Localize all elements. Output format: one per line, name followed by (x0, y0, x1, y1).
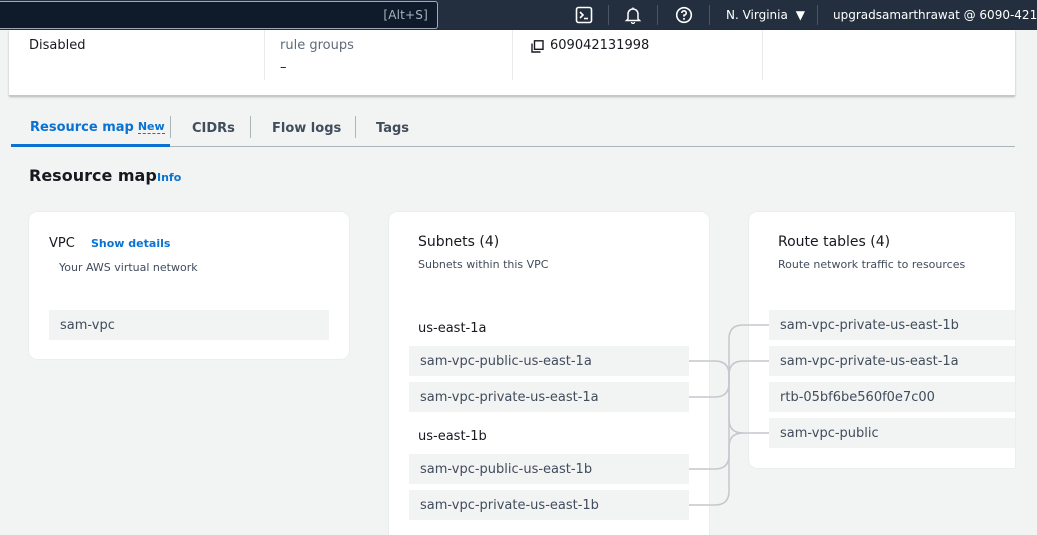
subnets-card-subtitle: Subnets within this VPC (418, 258, 549, 271)
show-details-link[interactable]: Show details (91, 237, 170, 250)
new-badge: New (137, 120, 165, 134)
route-tables-card-subtitle: Route network traffic to resources (778, 258, 966, 271)
top-navigation: [Alt+S] N. Virginia ▼ upgradsamarthrawat… (0, 0, 1037, 30)
owner-id-value: 609042131998 (550, 38, 650, 53)
nav-divider (657, 5, 658, 25)
copy-icon[interactable] (531, 38, 544, 57)
subnet-item[interactable]: sam-vpc-private-us-east-1b (409, 490, 689, 520)
tab-flow-logs[interactable]: Flow logs (272, 110, 341, 147)
rule-groups-label: rule groups (280, 38, 354, 53)
route-table-item[interactable]: sam-vpc-public (769, 418, 1015, 448)
details-column: Disabled (9, 30, 264, 80)
vpc-card-subtitle: Your AWS virtual network (59, 261, 198, 274)
account-menu[interactable]: upgradsamarthrawat @ 6090-4213-1 (833, 8, 1037, 22)
tab-divider (170, 116, 171, 138)
help-icon[interactable] (674, 5, 694, 25)
details-column (762, 30, 1015, 80)
bell-icon[interactable] (623, 5, 643, 25)
caret-down-icon: ▼ (795, 8, 805, 22)
tab-divider (250, 116, 251, 138)
details-column: 609042131998 (512, 30, 762, 80)
vpc-card: VPC Show details Your AWS virtual networ… (29, 212, 349, 359)
vpc-item[interactable]: sam-vpc (49, 310, 329, 340)
cloudshell-icon[interactable] (574, 5, 594, 25)
tab-label: Resource map (30, 119, 134, 135)
rule-groups-value: – (280, 60, 287, 75)
tab-resource-map[interactable]: Resource map New (11, 110, 170, 147)
vpc-details-card: Disabled rule groups – 609042131998 (9, 30, 1015, 96)
resource-map-title: Resource map (29, 166, 157, 185)
tab-tags[interactable]: Tags (376, 110, 409, 147)
subnet-item[interactable]: sam-vpc-public-us-east-1b (409, 454, 689, 484)
subnet-group-label: us-east-1a (418, 321, 487, 336)
tab-cidrs[interactable]: CIDRs (192, 110, 235, 147)
nav-divider (608, 5, 609, 25)
nav-divider (709, 5, 710, 25)
search-shortcut-hint: [Alt+S] (383, 8, 428, 22)
region-label: N. Virginia (726, 8, 788, 22)
vpc-tabs: Resource map New CIDRs Flow logs Tags (11, 110, 1015, 147)
subnets-card: Subnets (4) Subnets within this VPC us-e… (389, 212, 709, 535)
subnet-item[interactable]: sam-vpc-public-us-east-1a (409, 346, 689, 376)
route-tables-card-title: Route tables (4) (778, 234, 891, 250)
region-selector[interactable]: N. Virginia ▼ (726, 8, 805, 22)
route-table-item[interactable]: sam-vpc-private-us-east-1b (769, 310, 1015, 340)
subnet-group-label: us-east-1b (418, 429, 487, 444)
route-tables-card: Route tables (4) Route network traffic t… (749, 212, 1015, 468)
details-column: rule groups – (264, 30, 513, 80)
subnet-item[interactable]: sam-vpc-private-us-east-1a (409, 382, 689, 412)
tab-divider (355, 116, 356, 138)
vpc-card-title: VPC (49, 236, 75, 251)
details-value: Disabled (29, 38, 86, 53)
info-link[interactable]: Info (157, 171, 181, 184)
nav-divider (817, 5, 818, 25)
route-table-item[interactable]: sam-vpc-private-us-east-1a (769, 346, 1015, 376)
route-table-item[interactable]: rtb-05bf6be560f0e7c00 (769, 382, 1015, 412)
subnets-card-title: Subnets (4) (418, 234, 500, 250)
search-input[interactable]: [Alt+S] (0, 1, 438, 29)
